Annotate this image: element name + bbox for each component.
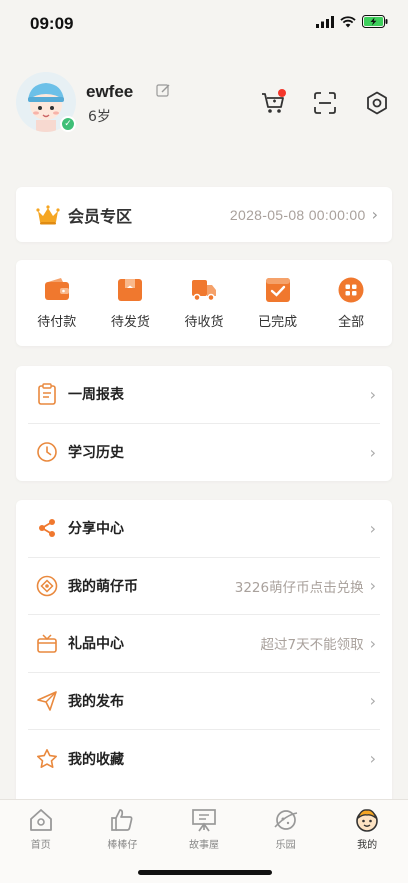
crown-icon <box>36 204 60 224</box>
chevron-right-icon: › <box>369 518 376 538</box>
gift-notice-text: 超过7天不能领取 <box>260 637 364 654</box>
kid-face-icon <box>352 806 382 834</box>
coin-balance-text: 3226萌仔币点击兑换 <box>234 579 364 596</box>
signal-icon <box>316 15 334 28</box>
tab-label: 棒棒仔 <box>107 840 138 851</box>
truck-icon <box>191 279 216 301</box>
list-item-label: 一周报表 <box>68 387 124 404</box>
tab-label: 我的 <box>357 840 378 851</box>
chevron-right-icon: › <box>369 442 376 462</box>
orders-card: 待付款 待发货 待收货 已完成 全部 <box>16 260 392 346</box>
username: ewfee <box>86 82 134 101</box>
list-item-share-center[interactable]: 分享中心 › <box>28 500 380 558</box>
home-indicator <box>138 870 272 875</box>
settings-button[interactable] <box>362 88 392 118</box>
order-pending-receipt[interactable]: 待收货 <box>170 277 238 330</box>
order-pending-shipment[interactable]: 待发货 <box>96 277 164 330</box>
tab-label: 乐园 <box>275 840 296 851</box>
grid-icon <box>338 277 364 302</box>
chevron-right-icon: › <box>371 204 378 224</box>
scan-button[interactable] <box>310 88 340 118</box>
star-icon <box>36 748 58 770</box>
order-label: 已完成 <box>258 314 298 330</box>
list-item-my-coins[interactable]: 我的萌仔币 3226萌仔币点击兑换 › <box>28 558 380 615</box>
chevron-right-icon: › <box>369 633 376 653</box>
list-item-weekly-report[interactable]: 一周报表 › <box>28 366 380 424</box>
list-item-label: 我的发布 <box>68 693 124 710</box>
list-item-my-posts[interactable]: 我的发布 › <box>28 673 380 730</box>
menu-card: 分享中心 › 我的萌仔币 3226萌仔币点击兑换 › 礼品中心 超过7天不能领取… <box>16 500 392 830</box>
status-time: 09:09 <box>30 14 74 33</box>
tab-label: 首页 <box>30 840 51 851</box>
battery-charging-icon <box>362 15 388 28</box>
status-bar: 09:09 <box>0 0 408 48</box>
list-item-gift-center[interactable]: 礼品中心 超过7天不能领取 › <box>28 615 380 673</box>
chevron-right-icon: › <box>369 749 376 769</box>
gift-icon <box>36 632 58 654</box>
header-actions <box>258 88 392 118</box>
tab-label: 故事屋 <box>188 840 219 851</box>
clock-icon <box>36 441 58 463</box>
edit-icon[interactable] <box>156 83 171 102</box>
order-pending-payment[interactable]: 待付款 <box>23 277 91 330</box>
thumbs-up-icon <box>107 806 137 834</box>
paper-plane-icon <box>36 690 58 712</box>
easel-icon <box>189 806 219 834</box>
clipboard-icon <box>36 383 58 406</box>
list-item-label: 学习历史 <box>68 445 124 462</box>
order-label: 全部 <box>338 314 365 330</box>
vip-expiry-date: 2028-05-08 00:00:00 <box>229 206 366 223</box>
scan-icon <box>314 92 336 114</box>
profile-header: ✓ ewfee 6岁 <box>16 72 392 142</box>
list-item-study-history[interactable]: 学习历史 › <box>28 424 380 482</box>
tab-mine[interactable]: 我的 <box>332 806 402 851</box>
package-icon <box>118 278 143 301</box>
list-item-label: 分享中心 <box>68 521 124 538</box>
list-item-label: 我的收藏 <box>68 751 124 768</box>
wifi-icon <box>340 15 356 27</box>
list-item-my-favorites[interactable]: 我的收藏 › <box>28 730 380 788</box>
verified-badge-icon: ✓ <box>60 116 76 132</box>
tab-bar: 首页 棒棒仔 故事屋 乐园 我的 <box>0 799 408 883</box>
order-label: 待发货 <box>110 314 150 330</box>
vip-title: 会员专区 <box>68 206 133 226</box>
list-item-label: 我的萌仔币 <box>68 578 138 595</box>
chevron-right-icon: › <box>369 691 376 711</box>
order-label: 待付款 <box>37 314 77 330</box>
report-card: 一周报表 › 学习历史 › <box>16 366 392 481</box>
check-box-icon <box>265 277 290 302</box>
cart-badge-dot <box>278 89 286 97</box>
order-completed[interactable]: 已完成 <box>244 277 312 330</box>
vip-zone-card[interactable]: 会员专区 2028-05-08 00:00:00 › <box>16 187 392 242</box>
list-item-label: 礼品中心 <box>68 636 124 653</box>
coin-icon <box>36 575 58 597</box>
planet-icon <box>271 806 301 834</box>
gear-icon <box>367 91 387 115</box>
tab-story-house[interactable]: 故事屋 <box>169 806 239 851</box>
status-icons <box>316 15 388 28</box>
cart-button[interactable] <box>258 88 288 118</box>
share-icon <box>36 517 58 539</box>
tab-bangbangzai[interactable]: 棒棒仔 <box>87 806 157 851</box>
tab-home[interactable]: 首页 <box>6 806 76 851</box>
tab-paradise[interactable]: 乐园 <box>251 806 321 851</box>
chevron-right-icon: › <box>369 384 376 404</box>
chevron-right-icon: › <box>369 576 376 596</box>
order-label: 待收货 <box>184 314 224 330</box>
order-all[interactable]: 全部 <box>317 277 385 330</box>
wallet-icon <box>44 277 69 300</box>
home-icon <box>26 806 56 834</box>
age-label: 6岁 <box>88 109 111 125</box>
